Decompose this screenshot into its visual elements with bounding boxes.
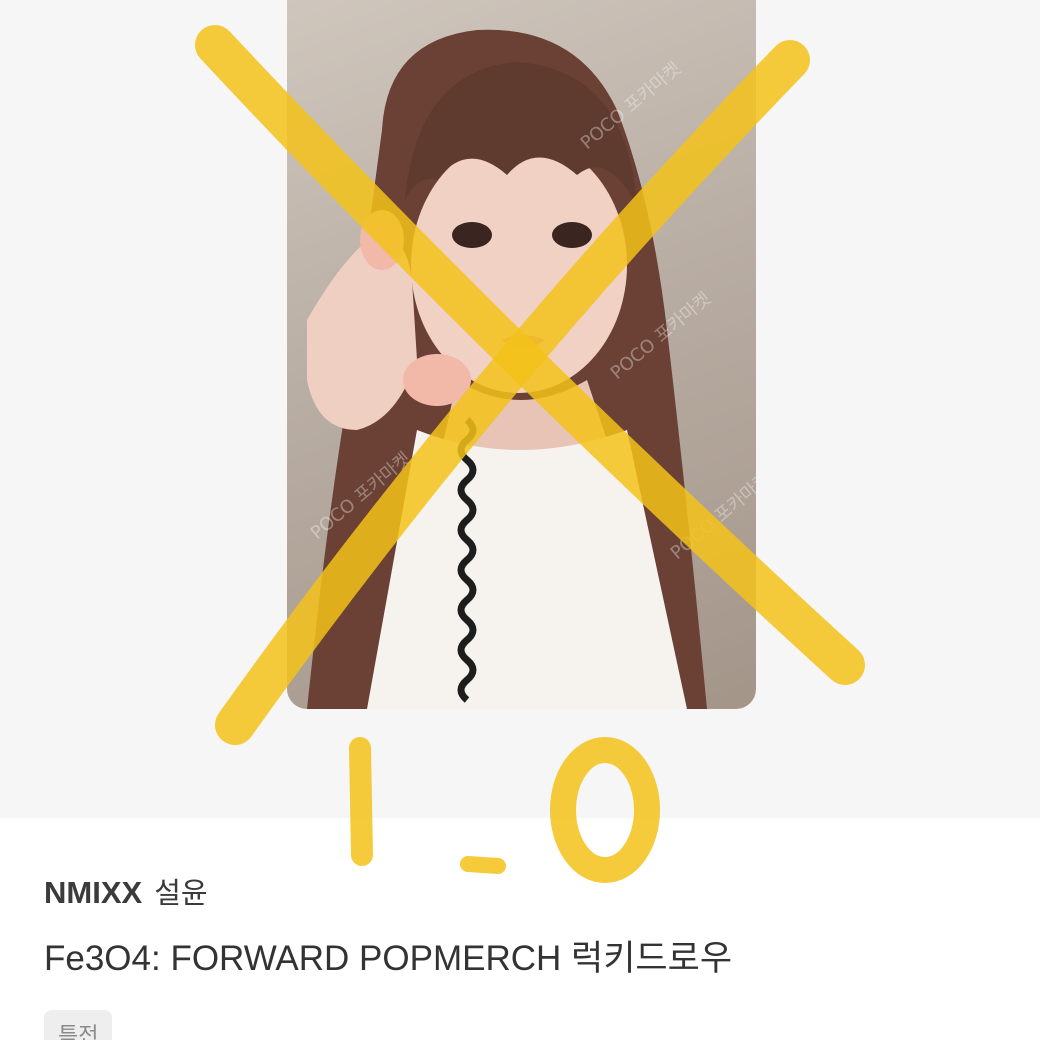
photocard-illustration: POCO 포카마켓 POCO 포카마켓 POCO 포카마켓 POCO 포카마켓	[307, 29, 756, 709]
category-badge[interactable]: 특전	[44, 1010, 113, 1040]
handwritten-dot	[460, 856, 506, 874]
handwritten-one	[349, 737, 373, 866]
album-title: Fe3O4: FORWARD POPMERCH 럭키드로우	[44, 939, 733, 978]
product-image-area[interactable]: POCO 포카마켓 POCO 포카마켓 POCO 포카마켓 POCO 포카마켓	[0, 0, 1040, 883]
photocard-image[interactable]: POCO 포카마켓 POCO 포카마켓 POCO 포카마켓 POCO 포카마켓	[287, 0, 756, 709]
product-page: POCO 포카마켓 POCO 포카마켓 POCO 포카마켓 POCO 포카마켓 …	[0, 0, 1040, 1040]
artist-line: NMIXX 설윤	[44, 870, 1004, 922]
handwritten-zero	[550, 737, 660, 883]
member-name[interactable]: 설윤	[154, 870, 207, 912]
artist-name[interactable]: NMIXX	[44, 875, 142, 911]
product-info: NMIXX 설윤 Fe3O4: FORWARD POPMERCH 럭키드로우	[44, 870, 1004, 981]
